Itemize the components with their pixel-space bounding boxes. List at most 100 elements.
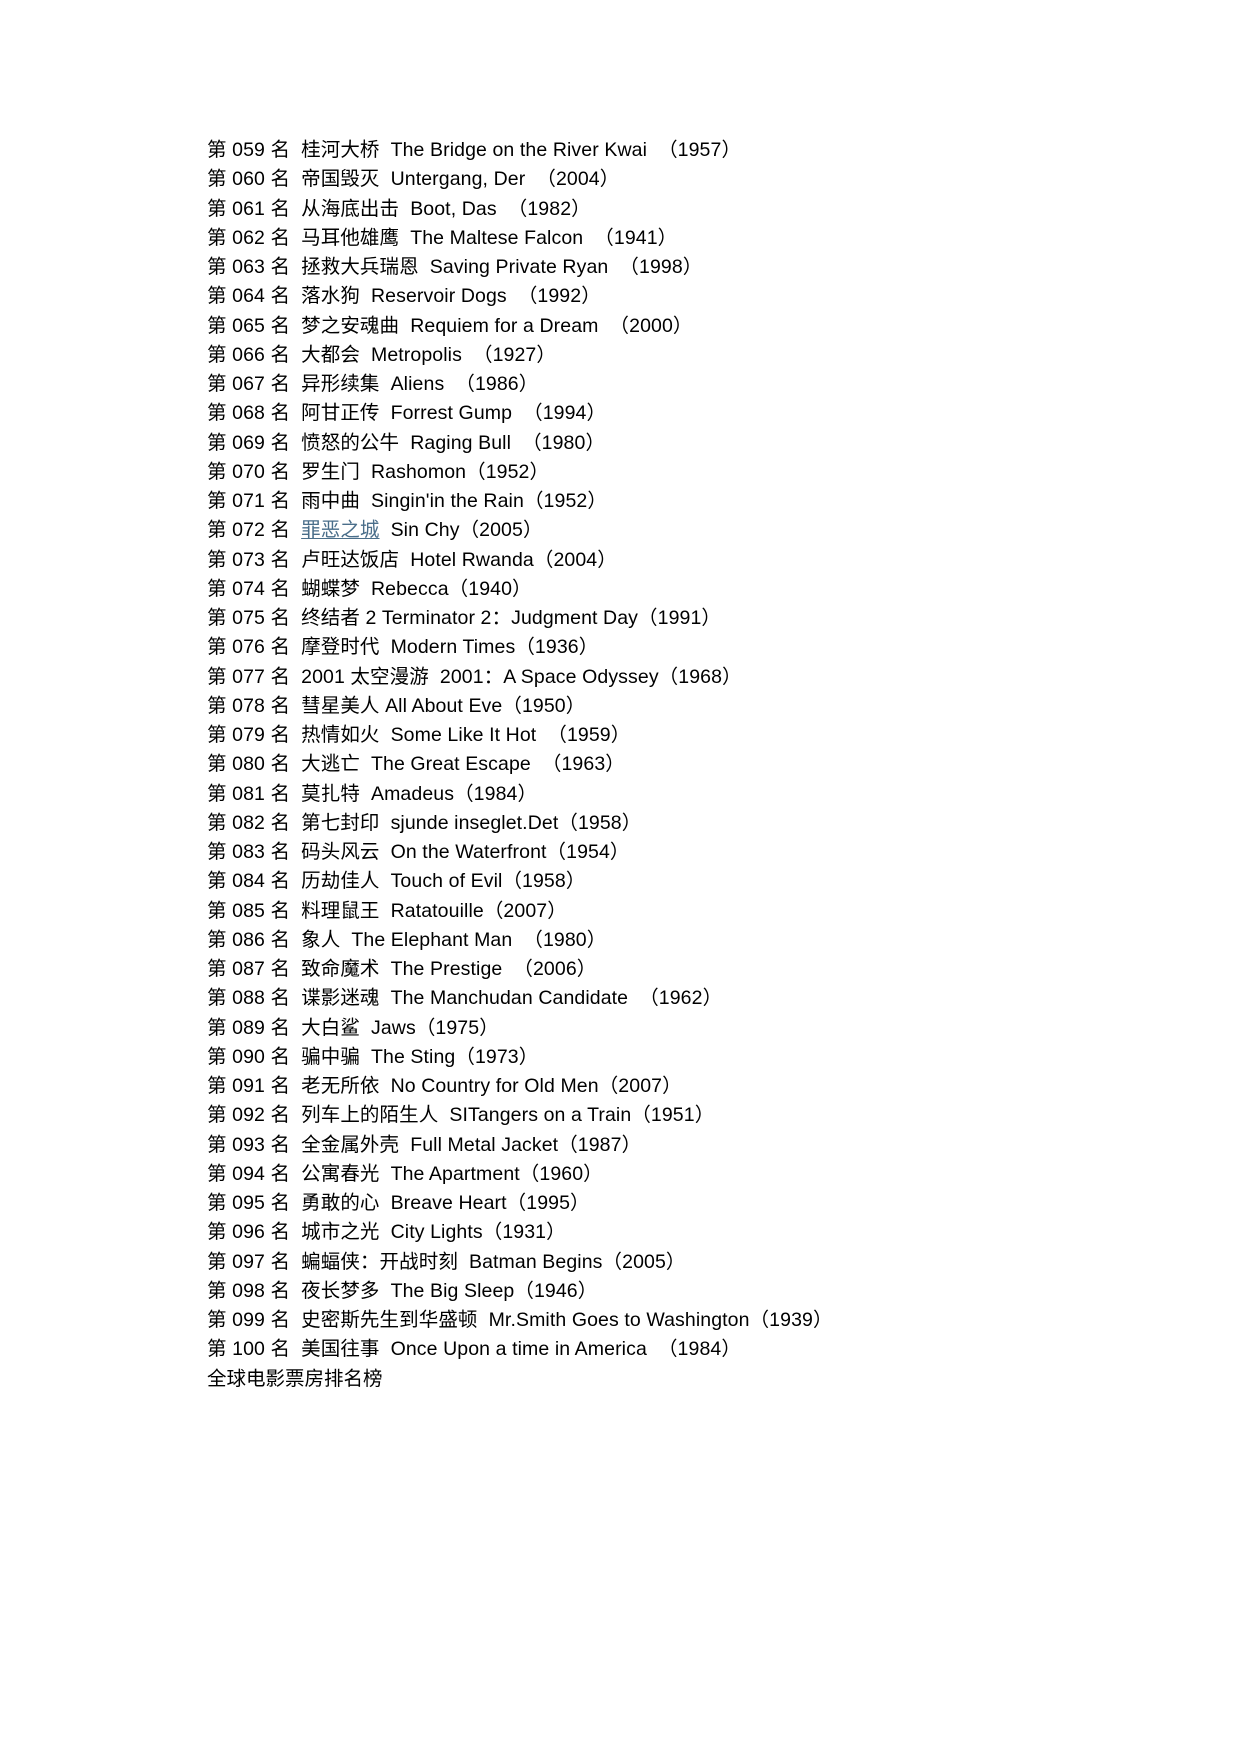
movie-year: （2006）: [513, 958, 597, 980]
movie-year: （1962）: [639, 987, 723, 1010]
movie-title-cn: 夜长梦多: [301, 1279, 380, 1302]
ranking-row: 第 067 名 异形续集 Aliens （1986）: [207, 370, 1150, 399]
movie-title-cn-link[interactable]: 罪恶之城: [301, 519, 379, 541]
ranking-row: 第 087 名 致命魔术 The Prestige （2006）: [207, 955, 1150, 984]
movie-title-en: Once Upon a time in America: [390, 1338, 647, 1361]
ranking-row: 第 081 名 莫扎特 Amadeus（1984）: [207, 780, 1150, 809]
ranking-row: 第 075 名 终结者 2 Terminator 2：Judgment Day（…: [207, 604, 1150, 633]
ranking-row: 第 090 名 骗中骗 The Sting（1973）: [207, 1043, 1150, 1072]
ranking-row: 第 091 名 老无所依 No Country for Old Men（2007…: [207, 1072, 1150, 1101]
ranking-row: 第 061 名 从海底出击 Boot, Das （1982）: [207, 195, 1150, 224]
movie-title-en: Aliens: [390, 373, 445, 395]
rank-label: 第 097 名: [207, 1250, 291, 1273]
movie-year: （1936）: [515, 636, 599, 659]
movie-title-cn: 美国往事: [301, 1338, 380, 1361]
movie-title-en: Batman Begins: [468, 1250, 603, 1273]
rank-label: 第 087 名: [207, 958, 291, 980]
ranking-row: 第 095 名 勇敢的心 Breave Heart（1995）: [207, 1189, 1150, 1218]
rank-label: 第 061 名: [207, 197, 291, 220]
ranking-row: 第 082 名 第七封印 sjunde inseglet.Det（1958）: [207, 809, 1150, 838]
movie-title-en: sjunde inseglet.Det: [390, 811, 559, 834]
rank-label: 第 083 名: [207, 841, 291, 863]
movie-year: （1995）: [506, 1192, 590, 1214]
movie-title-cn: 全金属外壳: [301, 1133, 400, 1156]
ranking-row: 第 059 名 桂河大桥 The Bridge on the River Kwa…: [207, 136, 1150, 165]
movie-year: （1991）: [638, 607, 722, 629]
movie-title-en: Jaws: [370, 1016, 416, 1039]
rank-label: 第 059 名: [207, 139, 291, 161]
ranking-row: 第 073 名 卢旺达饭店 Hotel Rwanda（2004）: [207, 546, 1150, 575]
movie-title-en: Boot, Das: [410, 197, 497, 220]
movie-year: （1975）: [415, 1016, 499, 1039]
movie-year: （2004）: [533, 548, 617, 571]
movie-year: （1950）: [502, 694, 586, 717]
ranking-row: 第 064 名 落水狗 Reservoir Dogs （1992）: [207, 282, 1150, 311]
movie-title-en: The Sting: [370, 1045, 456, 1068]
movie-title-en: Singin'in the Rain: [370, 490, 524, 512]
movie-title-en: The Apartment: [390, 1162, 520, 1185]
movie-year: （1954）: [546, 841, 630, 863]
movie-title-cn: 城市之光: [301, 1221, 380, 1244]
ranking-row: 第 066 名 大都会 Metropolis （1927）: [207, 341, 1150, 370]
ranking-row: 第 085 名 料理鼠王 Ratatouille（2007）: [207, 897, 1150, 926]
movie-title-cn: 彗星美人: [301, 694, 380, 717]
ranking-row: 第 084 名 历劫佳人 Touch of Evil（1958）: [207, 867, 1150, 896]
ranking-row: 第 065 名 梦之安魂曲 Requiem for a Dream （2000）: [207, 312, 1150, 341]
rank-label: 第 096 名: [207, 1221, 291, 1244]
rank-label: 第 066 名: [207, 343, 291, 366]
rank-label: 第 078 名: [207, 694, 291, 717]
movie-title-cn: 料理鼠王: [301, 899, 380, 922]
movie-title-en: Touch of Evil: [390, 870, 503, 893]
movie-year: （1952）: [523, 490, 607, 512]
movie-title-en: The Bridge on the River Kwai: [390, 139, 648, 161]
movie-title-cn: 老无所依: [301, 1075, 380, 1097]
rank-label: 第 085 名: [207, 899, 291, 922]
rank-label: 第 090 名: [207, 1045, 291, 1068]
rank-label: 第 064 名: [207, 285, 291, 308]
movie-title-en: The Manchudan Candidate: [390, 987, 629, 1010]
movie-title-cn: 梦之安魂曲: [301, 314, 400, 337]
ranking-row: 第 093 名 全金属外壳 Full Metal Jacket（1987）: [207, 1131, 1150, 1160]
movie-title-cn: 致命魔术: [301, 958, 380, 980]
rank-label: 第 069 名: [207, 431, 291, 454]
rank-label: 第 077 名: [207, 665, 291, 688]
movie-title-cn: 落水狗: [301, 285, 360, 308]
movie-title-en: Requiem for a Dream: [410, 314, 599, 337]
movie-title-cn: 勇敢的心: [301, 1192, 380, 1214]
